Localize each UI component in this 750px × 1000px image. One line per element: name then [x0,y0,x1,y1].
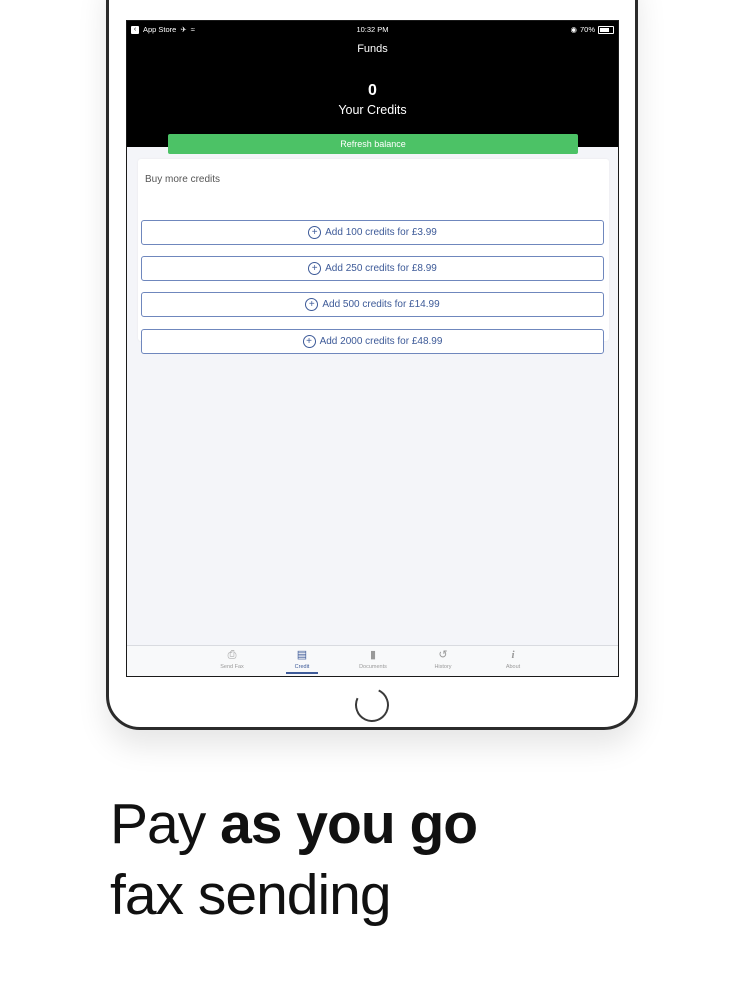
buy-250-credits-button[interactable]: + Add 250 credits for £8.99 [141,256,604,281]
buy-credits-title: Buy more credits [145,174,221,185]
tagline-bold: as you go [220,792,478,856]
tab-label: About [505,664,521,670]
funds-header: ‹ App Store ✈ ≈ 10:32 PM ◉ 70% Funds 0 Y… [127,21,618,147]
buy-credits-card: Buy more credits + Add 100 credits for £… [138,159,609,354]
credits-label: Your Credits [338,103,407,117]
credits-count: 0 [368,82,377,99]
app-screen: ‹ App Store ✈ ≈ 10:32 PM ◉ 70% Funds 0 Y… [126,20,619,677]
status-time: 10:32 PM [356,25,389,34]
tab-label: Documents [359,664,387,670]
buy-option-label: Add 250 credits for £8.99 [325,263,437,274]
buy-500-credits-button[interactable]: + Add 500 credits for £14.99 [141,292,604,317]
history-icon: ↺ [438,649,448,661]
buy-100-credits-button[interactable]: + Add 100 credits for £3.99 [141,220,604,245]
document-icon: ▮ [369,649,377,661]
plus-circle-icon: + [308,262,322,275]
plus-circle-icon: + [302,335,316,348]
info-icon: i [511,649,515,661]
tagline-regular: Pay [110,792,221,856]
tab-label: History [434,664,452,670]
credit-icon: ▤ [296,649,308,661]
buy-2000-credits-button[interactable]: + Add 2000 credits for £48.99 [141,329,604,354]
content-area: Buy more credits + Add 100 credits for £… [127,147,618,645]
page-title: Funds [357,43,388,55]
battery-percent: 70% [579,25,595,34]
buy-option-label: Add 2000 credits for £48.99 [319,336,443,347]
tab-history[interactable]: ↺ History [418,648,468,670]
tab-label: Send Fax [220,664,244,670]
location-icon: ◉ [570,25,577,34]
tab-label: Credit [294,664,310,670]
status-right: ◉ 70% [570,25,614,34]
status-bar: ‹ App Store ✈ ≈ 10:32 PM ◉ 70% [127,21,618,37]
buy-option-label: Add 500 credits for £14.99 [322,299,440,310]
tab-documents[interactable]: ▮ Documents [348,648,398,670]
plus-circle-icon: + [305,298,319,311]
tab-bar: ⎙ Send Fax ▤ Credit ▮ Documents ↺ Histor… [127,645,618,676]
tab-send-fax[interactable]: ⎙ Send Fax [207,648,257,670]
buy-option-label: Add 100 credits for £3.99 [325,227,437,238]
printer-icon: ⎙ [227,649,237,661]
plus-circle-icon: + [308,226,322,239]
tagline-line-1: Pay as you go [110,791,478,857]
refresh-balance-button[interactable]: Refresh balance [168,134,578,154]
tagline-line-2: fax sending [110,863,392,927]
battery-icon [598,25,614,34]
tab-credit[interactable]: ▤ Credit [277,648,327,674]
tab-about[interactable]: i About [488,648,538,670]
